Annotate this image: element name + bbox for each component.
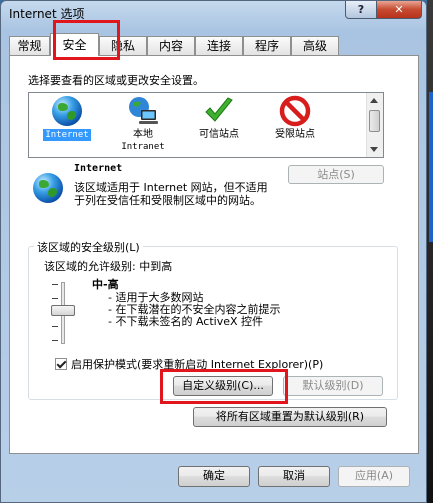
globe-icon [51,95,83,127]
globe-icon [32,172,64,204]
highlight-security-tab [53,20,120,60]
slider-tick [52,326,58,327]
zone-internet[interactable]: Internet [37,95,97,141]
zone-list-scrollbar[interactable] [366,93,383,157]
cancel-button[interactable]: 取消 [258,466,330,487]
close-button[interactable]: ✕ [376,1,422,19]
slider-tick [52,298,58,299]
zone-label-secondary: Intranet [121,142,165,152]
default-level-button[interactable]: 默认级别(D) [283,376,383,396]
zone-label: 本地 [133,129,153,140]
scroll-up-icon[interactable] [370,98,378,103]
scroll-down-icon[interactable] [370,147,378,152]
scroll-thumb[interactable] [369,110,380,132]
reset-all-zones-button[interactable]: 将所有区域重置为默认级别(R) [193,407,387,427]
zone-label: Internet [43,129,91,141]
security-level-description: - 适用于大多数网站 - 在下载潜在的不安全内容之前提示 - 不下载未签名的 A… [108,292,280,328]
tab-general[interactable]: 常规 [9,36,50,55]
tab-programs[interactable]: 程序 [243,36,291,55]
security-level-name: 中-高 [92,278,119,291]
zone-label: 受限站点 [275,129,315,140]
background-strip [427,0,433,503]
allowed-levels-text: 该区域的允许级别: 中到高 [44,260,173,273]
zone-detail-description: 该区域适用于 Internet 网站，但不适用于列在受信任和受限制区域中的网站。 [74,181,268,207]
zone-local-intranet[interactable]: 本地 Intranet [113,95,173,153]
background-accent [429,92,433,242]
zone-prompt: 选择要查看的区域或更改安全设置。 [28,74,204,87]
zone-restricted-sites[interactable]: 受限站点 [265,95,325,141]
tab-connections[interactable]: 连接 [195,36,243,55]
zone-label: 可信站点 [199,129,239,140]
protected-mode-checkbox[interactable] [55,358,67,370]
slider-tick [52,340,58,341]
local-intranet-icon [127,95,159,127]
tab-content[interactable]: 内容 [147,36,195,55]
slider-tick [52,284,58,285]
security-level-label: 该区域的安全级别(L) [34,239,143,255]
zone-trusted-sites[interactable]: 可信站点 [189,95,249,141]
tab-advanced[interactable]: 高级 [291,36,339,55]
zone-detail-title: Internet [74,163,123,174]
security-level-slider-thumb[interactable] [51,305,75,316]
zone-list[interactable]: Internet 本地 Intranet 可信站点 受限站点 [28,92,384,158]
help-button[interactable]: ? [345,1,377,19]
ok-button[interactable]: 确定 [178,466,250,487]
sites-button[interactable]: 站点(S) [288,165,384,184]
no-entry-icon [279,95,311,127]
highlight-custom-level [160,369,288,404]
checkmark-icon [203,95,235,127]
level-bullet: - 不下载未签名的 ActiveX 控件 [108,315,264,328]
apply-button[interactable]: 应用(A) [338,466,410,487]
